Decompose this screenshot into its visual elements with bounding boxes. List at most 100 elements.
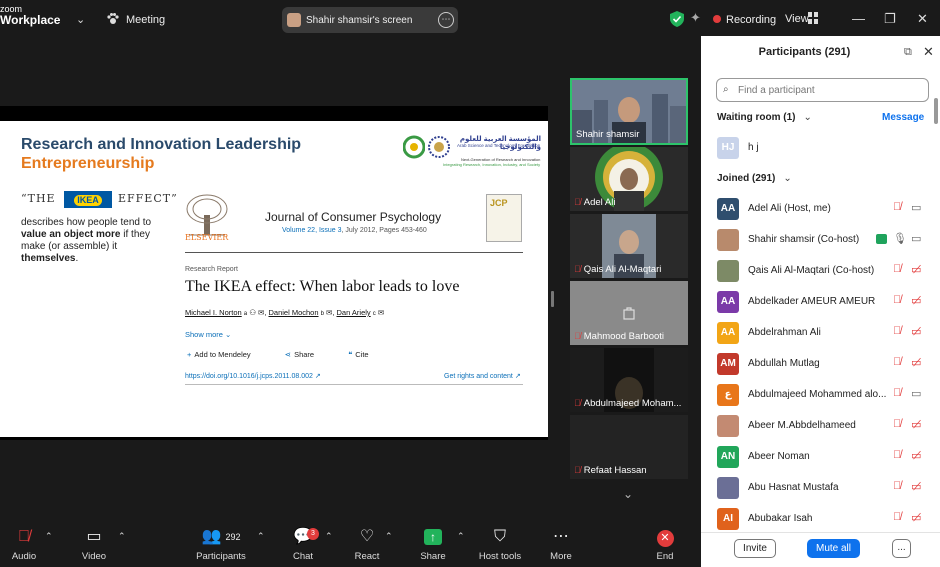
mic-muted-icon[interactable]: 🎙̸: [893, 201, 901, 213]
participant-row[interactable]: Abu Hasnat Mustafa 🎙̸ ▭̸: [717, 477, 932, 499]
participants-icon: 👥 292: [201, 528, 241, 545]
mic-muted-icon[interactable]: 🎙̸: [893, 387, 901, 399]
popout-icon[interactable]: ⧉: [904, 46, 912, 59]
participant-row[interactable]: AN Abeer Noman 🎙̸ ▭̸: [717, 446, 932, 468]
video-tile[interactable]: 🎙̸ Abdulmajeed Moham...: [570, 348, 688, 412]
close-icon[interactable]: ✕: [923, 44, 934, 60]
participants-button[interactable]: 👥 292 Participants: [193, 521, 249, 562]
mute-all-button[interactable]: Mute all: [807, 539, 860, 558]
video-off-icon[interactable]: ▭̸: [911, 449, 921, 462]
video-tile[interactable]: 🎙̸ Adel Ali: [570, 147, 688, 211]
mic-muted-icon[interactable]: 🎙̸: [893, 325, 901, 337]
scrollbar[interactable]: [934, 98, 938, 124]
mic-muted-icon[interactable]: 🎙̸: [893, 480, 901, 492]
more-options-button[interactable]: ...: [892, 539, 911, 558]
participant-row[interactable]: AA Abdelkader AMEUR AMEUR 🎙̸ ▭̸: [717, 291, 932, 313]
mic-muted-icon[interactable]: 🎙̸: [893, 418, 901, 430]
video-off-icon[interactable]: ▭̸: [911, 325, 921, 338]
video-off-icon[interactable]: ▭̸: [911, 356, 921, 369]
cite-button[interactable]: ❝ Cite: [348, 350, 384, 359]
view-label[interactable]: View: [785, 13, 809, 25]
participant-name: Adel Ali (Host, me): [748, 203, 831, 214]
waiting-room-header[interactable]: Waiting room (1) ⌄: [717, 112, 812, 123]
app-brand[interactable]: zoom Workplace: [0, 4, 60, 26]
video-icon[interactable]: ▭: [911, 387, 921, 400]
invite-button[interactable]: Invite: [734, 539, 776, 558]
chevron-up-icon[interactable]: ⌃: [118, 531, 126, 542]
video-off-icon[interactable]: ▭̸: [911, 511, 921, 524]
chevron-up-icon[interactable]: ⌃: [385, 531, 393, 542]
video-off-icon[interactable]: ▭̸: [911, 263, 921, 276]
participant-row[interactable]: AA Adel Ali (Host, me) 🎙̸ ▭: [717, 198, 932, 220]
zoom-meeting-window: zoom Workplace ⌄ Meeting Shahir shamsir'…: [0, 0, 940, 567]
chevron-up-icon[interactable]: ⌃: [45, 531, 53, 542]
end-button[interactable]: ✕ End: [652, 521, 678, 562]
participant-row[interactable]: ع Abdulmajeed Mohammed alo... 🎙̸ ▭: [717, 384, 932, 406]
meeting-label[interactable]: Meeting: [126, 14, 165, 26]
author-link[interactable]: Michael I. Norton: [185, 308, 242, 317]
participant-row[interactable]: AM Abdullah Mutlag 🎙̸ ▭̸: [717, 353, 932, 375]
ikea-effect-description: describes how people tend to value an ob…: [21, 217, 171, 265]
waiting-participant-row[interactable]: HJ h j: [717, 137, 932, 159]
gallery-grid-icon[interactable]: [808, 12, 818, 24]
mic-muted-icon: 🎙̸: [574, 465, 581, 475]
video-off-icon[interactable]: ▭̸: [911, 294, 921, 307]
joined-header[interactable]: Joined (291) ⌄: [717, 173, 792, 184]
journal-name[interactable]: Journal of Consumer Psychology: [265, 210, 441, 224]
participant-row[interactable]: Shahir shamsir (Co-host) 🎙 ▭: [717, 229, 932, 251]
volume-link[interactable]: Volume 22, Issue 3: [282, 227, 342, 234]
video-off-icon[interactable]: ▭̸: [911, 418, 921, 431]
add-to-mendeley-button[interactable]: + Add to Mendeley: [187, 350, 267, 359]
paw-icon: [107, 13, 119, 24]
chevron-up-icon[interactable]: ⌃: [325, 531, 333, 542]
chevron-down-icon[interactable]: ⌄: [76, 13, 85, 26]
close-window-icon[interactable]: ✕: [917, 11, 928, 27]
more-button[interactable]: ⋯ More: [547, 521, 575, 562]
ai-companion-icon[interactable]: ✦: [690, 10, 701, 26]
chevron-up-icon[interactable]: ⌃: [457, 531, 465, 542]
video-tile[interactable]: 🎙̸ Refaat Hassan: [570, 415, 688, 479]
rights-link[interactable]: Get rights and content ↗: [444, 372, 521, 380]
video-tile-active-speaker[interactable]: Shahir shamsir: [570, 78, 688, 145]
author-link[interactable]: Dan Ariely: [337, 308, 371, 317]
mic-muted-icon[interactable]: 🎙̸: [893, 356, 901, 368]
chevron-down-icon[interactable]: ⌄: [623, 487, 633, 501]
slide-title: Research and Innovation Leadership: [21, 136, 302, 153]
react-button[interactable]: ♡ React: [352, 521, 382, 562]
video-icon[interactable]: ▭: [911, 232, 921, 245]
show-more-link[interactable]: Show more ⌄: [185, 330, 231, 339]
mic-muted-icon[interactable]: 🎙̸: [893, 511, 901, 523]
audio-button[interactable]: 🎙̸ Audio: [8, 521, 40, 562]
more-options-icon[interactable]: ⋯: [438, 12, 454, 28]
shield-check-icon[interactable]: [670, 11, 684, 27]
participant-name: Abeer M.Abbdelhameed: [748, 420, 856, 431]
video-icon[interactable]: ▭: [911, 201, 921, 214]
participant-row[interactable]: AA Abdelrahman Ali 🎙̸ ▭̸: [717, 322, 932, 344]
mic-muted-icon[interactable]: 🎙̸: [893, 449, 901, 461]
screen-share-pill[interactable]: Shahir shamsir's screen ⋯: [282, 7, 458, 33]
video-button[interactable]: ▭ Video: [78, 521, 110, 562]
resize-handle[interactable]: [551, 291, 554, 307]
minimize-icon[interactable]: —: [852, 11, 865, 26]
search-input[interactable]: ⌕ Find a participant: [716, 78, 929, 102]
share-link-button[interactable]: ⋖ Share: [285, 350, 330, 359]
restore-icon[interactable]: ❐: [884, 11, 896, 27]
participant-row[interactable]: Qais Ali Al-Maqtari (Co-host) 🎙̸ ▭̸: [717, 260, 932, 282]
author-link[interactable]: Daniel Mochon: [268, 308, 318, 317]
mic-icon[interactable]: 🎙: [893, 232, 907, 245]
video-tile[interactable]: 🎙̸ Mahmood Barbooti: [570, 281, 688, 345]
video-tile[interactable]: 🎙̸ Qais Ali Al-Maqtari: [570, 214, 688, 278]
host-tools-button[interactable]: ⛉ Host tools: [476, 521, 524, 562]
participant-row[interactable]: Abeer M.Abbdelhameed 🎙̸ ▭̸: [717, 415, 932, 437]
share-button[interactable]: ↑ Share: [418, 521, 448, 562]
mic-muted-icon[interactable]: 🎙̸: [893, 294, 901, 306]
participant-name: Shahir shamsir (Co-host): [748, 234, 860, 245]
message-button[interactable]: Message: [882, 112, 924, 123]
recording-label[interactable]: Recording: [726, 14, 776, 26]
doi-link[interactable]: https://doi.org/10.1016/j.jcps.2011.08.0…: [185, 372, 321, 380]
participant-row[interactable]: AI Abubakar Isah 🎙̸ ▭̸: [717, 508, 932, 530]
journal-cover[interactable]: JCP: [486, 194, 522, 242]
chevron-up-icon[interactable]: ⌃: [257, 531, 265, 542]
video-off-icon[interactable]: ▭̸: [911, 480, 921, 493]
mic-muted-icon[interactable]: 🎙̸: [893, 263, 901, 275]
